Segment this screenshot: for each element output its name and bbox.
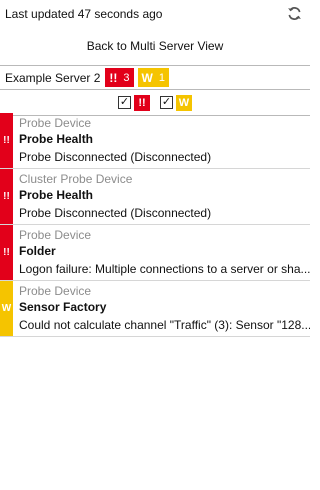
server-summary-row[interactable]: Example Server 2 !! 3 W 1: [0, 65, 310, 90]
alert-title: Probe Health: [19, 188, 94, 202]
back-to-multi-server-link[interactable]: Back to Multi Server View: [0, 27, 310, 65]
alert-item[interactable]: !! Cluster Probe Device Probe Health Pro…: [0, 169, 310, 225]
alert-message: Logon failure: Multiple connections to a…: [19, 262, 310, 276]
alert-source: Probe Device: [19, 228, 92, 242]
alert-message: Could not calculate channel "Traffic" (3…: [19, 318, 310, 332]
alert-item[interactable]: W Probe Device Sensor Factory Could not …: [0, 281, 310, 337]
warnings-filter-checkbox[interactable]: ✓: [160, 96, 173, 109]
header-bar: Last updated 47 seconds ago: [0, 0, 310, 27]
refresh-icon[interactable]: [286, 6, 302, 22]
alert-message: Probe Disconnected (Disconnected): [19, 206, 212, 220]
alert-title: Folder: [19, 244, 56, 258]
warning-count: 1: [158, 71, 165, 84]
alert-source: Probe Device: [19, 284, 92, 298]
server-name: Example Server 2: [5, 70, 101, 85]
warning-count-badge[interactable]: W 1: [137, 68, 169, 87]
warning-severity-icon: W: [0, 281, 13, 336]
error-filter-icon: !!: [134, 94, 150, 111]
alert-source: Cluster Probe Device: [19, 172, 133, 186]
error-icon: !!: [109, 70, 118, 85]
error-count-badge[interactable]: !! 3: [105, 68, 134, 87]
alert-title: Sensor Factory: [19, 300, 107, 314]
error-severity-icon: !!: [0, 225, 13, 280]
warning-filter-icon: W: [176, 94, 192, 111]
alert-list: !! Probe Device Probe Health Probe Disco…: [0, 113, 310, 337]
alert-message: Probe Disconnected (Disconnected): [19, 150, 212, 164]
error-severity-icon: !!: [0, 113, 13, 168]
alert-source: Probe Device: [19, 116, 92, 130]
error-count: 3: [123, 71, 130, 84]
warning-icon: W: [141, 70, 153, 85]
error-severity-icon: !!: [0, 169, 13, 224]
alert-title: Probe Health: [19, 132, 94, 146]
errors-filter-checkbox[interactable]: ✓: [118, 96, 131, 109]
alert-item[interactable]: !! Probe Device Folder Logon failure: Mu…: [0, 225, 310, 281]
last-updated-text: Last updated 47 seconds ago: [5, 6, 163, 21]
alert-item[interactable]: !! Probe Device Probe Health Probe Disco…: [0, 113, 310, 169]
